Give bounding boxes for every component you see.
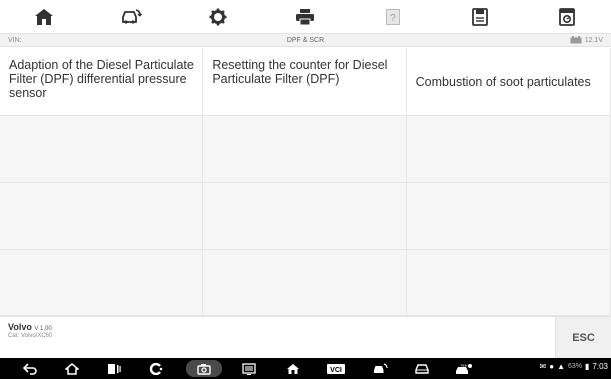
settings-button[interactable] bbox=[175, 0, 262, 33]
home-nav-button[interactable] bbox=[62, 361, 82, 376]
esc-button[interactable]: ESC bbox=[555, 317, 611, 358]
save-icon bbox=[472, 7, 488, 26]
help-button[interactable]: ? bbox=[349, 0, 436, 33]
vehicle-brand: Volvo V 1.00 bbox=[8, 322, 52, 332]
vehicle-make: Volvo bbox=[8, 322, 32, 332]
android-home-icon bbox=[65, 362, 79, 375]
vehicle-swap-button[interactable] bbox=[87, 0, 174, 33]
empty-cell bbox=[0, 250, 204, 316]
data-logging-button[interactable] bbox=[524, 0, 611, 33]
function-label: Resetting the counter for Diesel Particu… bbox=[212, 58, 388, 86]
vehicle-swap-icon bbox=[122, 8, 142, 24]
battery-voltage: 12.1V bbox=[570, 36, 603, 44]
empty-cell bbox=[203, 116, 407, 183]
bottom-bar: Volvo V 1.00 Car: Volvo/XC60 ESC bbox=[0, 316, 611, 358]
recent-apps-button[interactable] bbox=[104, 361, 124, 376]
page-title: DPF & SCR bbox=[286, 37, 325, 44]
function-grid: Adaption of the Diesel Particulate Filte… bbox=[0, 48, 611, 316]
display-button[interactable] bbox=[238, 361, 260, 376]
save-button[interactable] bbox=[436, 0, 523, 33]
car-battery-icon bbox=[570, 36, 582, 44]
empty-cell bbox=[406, 116, 610, 183]
home-icon bbox=[34, 8, 53, 25]
battery-percent: 63% bbox=[568, 363, 583, 370]
print-button[interactable] bbox=[262, 0, 349, 33]
vci-button[interactable]: VCI bbox=[322, 361, 350, 376]
back-icon bbox=[23, 362, 37, 375]
vehicle-swap-icon bbox=[374, 362, 388, 373]
vci-icon: VCI bbox=[327, 363, 345, 374]
print-icon bbox=[296, 8, 315, 25]
maxisys-home-button[interactable] bbox=[282, 361, 304, 376]
software-version: V 1.00 bbox=[34, 326, 52, 332]
back-button[interactable] bbox=[20, 361, 40, 376]
home-icon bbox=[287, 363, 299, 374]
settings-gear-icon bbox=[209, 8, 227, 25]
android-nav-bar: VCI REM ✉ ● ▲ 63% ▮ 7:03 bbox=[0, 358, 611, 379]
help-icon: ? bbox=[385, 8, 400, 25]
clock-icon: ● bbox=[549, 362, 555, 371]
data-logging-icon bbox=[559, 7, 576, 26]
vehicle-swap-nav-button[interactable] bbox=[368, 361, 392, 376]
clock-time: 7:03 bbox=[592, 362, 608, 371]
vehicle-model: Car: Volvo/XC60 bbox=[8, 333, 53, 339]
svg-text:VCI: VCI bbox=[330, 367, 342, 374]
remote-expert-icon: REM bbox=[456, 363, 472, 374]
function-soot-combustion[interactable]: Combustion of soot particulates bbox=[406, 48, 610, 116]
wifi-icon: ▲ bbox=[557, 362, 565, 371]
car-icon bbox=[415, 363, 429, 374]
system-status: ✉ ● ▲ 63% ▮ 7:03 bbox=[540, 362, 608, 371]
top-toolbar: ? bbox=[0, 0, 611, 33]
vehicle-nav-button[interactable] bbox=[410, 361, 434, 376]
function-label: Adaption of the Diesel Particulate Filte… bbox=[9, 58, 194, 100]
svg-text:?: ? bbox=[390, 13, 396, 24]
function-dpf-pressure-sensor-adaption[interactable]: Adaption of the Diesel Particulate Filte… bbox=[0, 48, 204, 116]
screenshot-button[interactable] bbox=[186, 360, 222, 377]
home-button[interactable] bbox=[0, 0, 87, 33]
battery-voltage-value: 12.1V bbox=[584, 36, 603, 44]
recent-apps-icon bbox=[108, 363, 121, 374]
empty-cell bbox=[203, 250, 407, 316]
function-dpf-counter-reset[interactable]: Resetting the counter for Diesel Particu… bbox=[203, 48, 407, 116]
function-label: Combustion of soot particulates bbox=[415, 74, 591, 89]
empty-cell bbox=[406, 183, 610, 250]
empty-cell bbox=[0, 116, 204, 183]
info-bar: VIN: DPF & SCR 12.1V bbox=[0, 33, 611, 47]
autel-logo-icon bbox=[149, 362, 163, 375]
remote-expert-button[interactable]: REM bbox=[452, 361, 476, 376]
empty-cell bbox=[0, 183, 204, 250]
message-icon: ✉ bbox=[539, 362, 547, 371]
autel-app-button[interactable] bbox=[146, 361, 166, 376]
svg-text:REM: REM bbox=[461, 363, 468, 367]
battery-icon: ▮ bbox=[585, 362, 590, 371]
camera-icon bbox=[197, 363, 211, 375]
display-icon bbox=[242, 362, 256, 375]
empty-cell bbox=[406, 250, 610, 316]
empty-cell bbox=[203, 183, 407, 250]
